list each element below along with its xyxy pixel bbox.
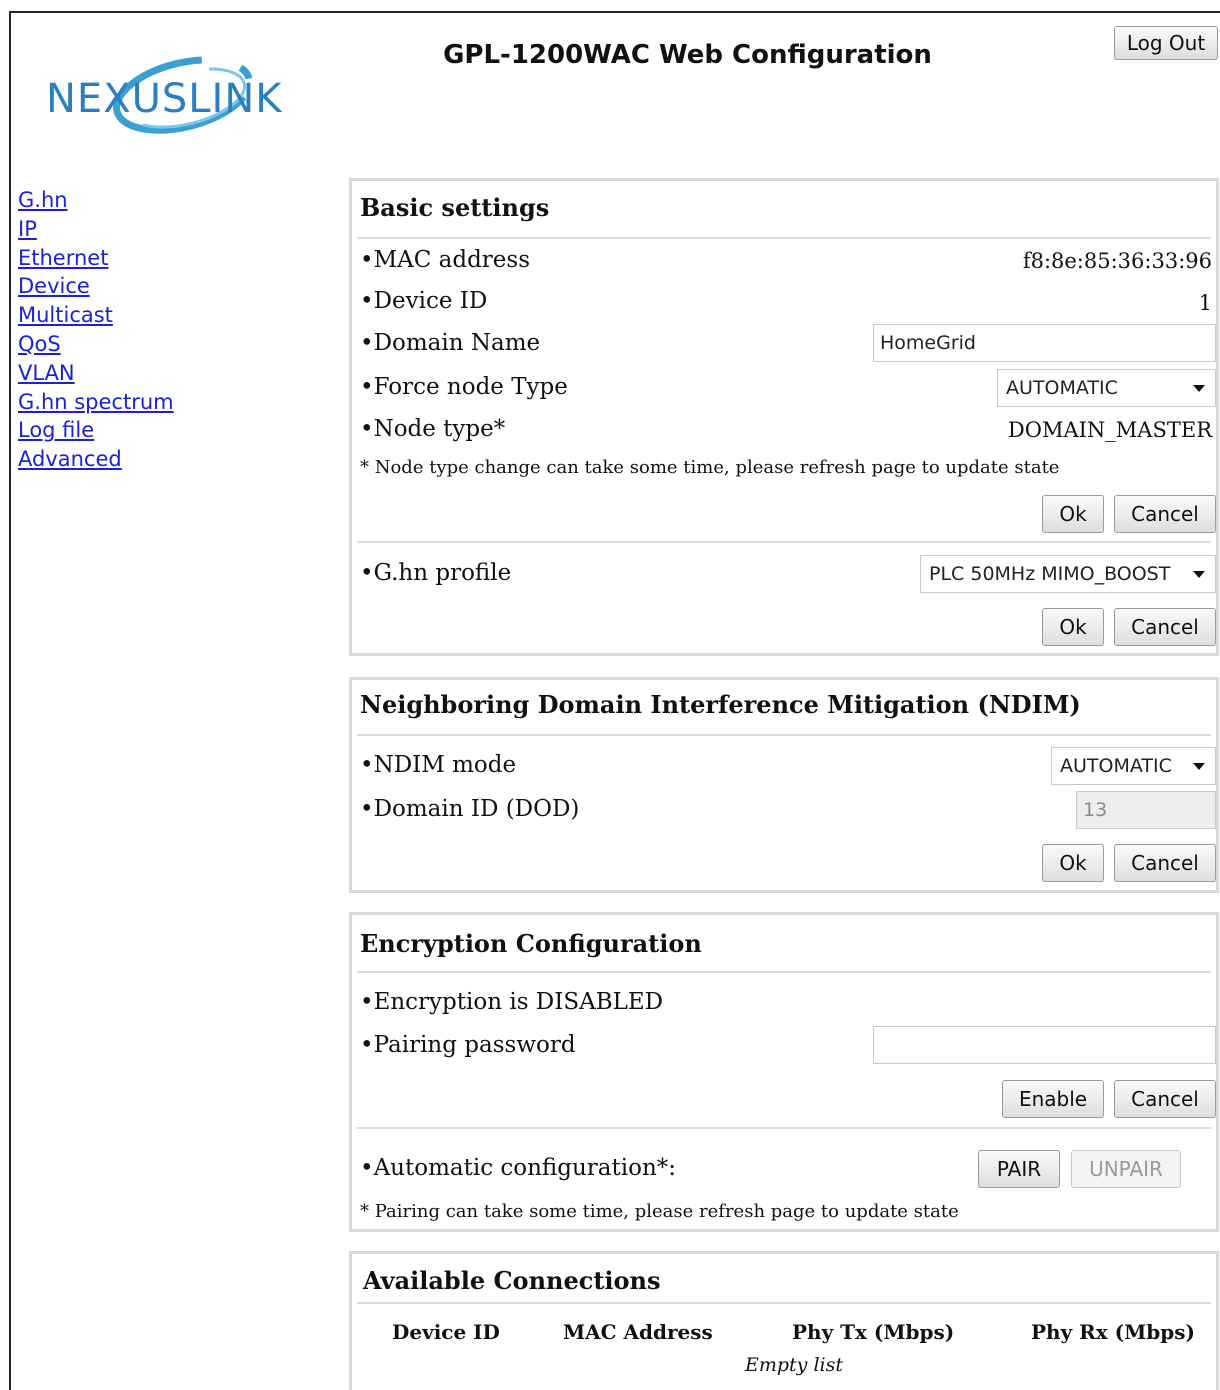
- column-header-phy-tx: Phy Tx (Mbps): [792, 1320, 955, 1344]
- node-type-value: DOMAIN_MASTER: [1007, 418, 1212, 442]
- nav-link-ethernet[interactable]: Ethernet: [18, 244, 174, 273]
- column-header-phy-rx: Phy Rx (Mbps): [1031, 1320, 1195, 1344]
- chevron-down-icon: [1193, 385, 1205, 392]
- chevron-down-icon: [1193, 763, 1205, 770]
- page-title: GPL-1200WAC Web Configuration: [443, 40, 932, 70]
- ghn-profile-label: •G.hn profile: [360, 560, 512, 586]
- encryption-status: •Encryption is DISABLED: [360, 989, 664, 1015]
- force-node-type-label: •Force node Type: [360, 374, 568, 400]
- force-node-type-value: AUTOMATIC: [1006, 377, 1118, 399]
- node-type-note: * Node type change can take some time, p…: [360, 457, 1060, 478]
- device-id-value: 1: [1198, 291, 1212, 315]
- connections-title: Available Connections: [363, 1266, 661, 1295]
- nav-link-multicast[interactable]: Multicast: [18, 301, 174, 330]
- profile-cancel-button[interactable]: Cancel: [1114, 608, 1216, 646]
- pairing-password-input[interactable]: [873, 1026, 1216, 1064]
- ndim-mode-value: AUTOMATIC: [1060, 755, 1172, 777]
- brand-name: NEXUSLINK: [46, 76, 283, 122]
- encryption-panel: Encryption Configuration •Encryption is …: [349, 912, 1219, 1232]
- ndim-title: Neighboring Domain Interference Mitigati…: [360, 690, 1081, 719]
- ndim-mode-select[interactable]: AUTOMATIC: [1051, 747, 1216, 785]
- auto-config-label: •Automatic configuration*:: [360, 1155, 677, 1181]
- pair-button[interactable]: PAIR: [978, 1150, 1060, 1188]
- nav-link-ghn-spectrum[interactable]: G.hn spectrum: [18, 388, 174, 417]
- node-type-label: •Node type*: [360, 416, 506, 442]
- nav-link-ghn[interactable]: G.hn: [18, 186, 174, 215]
- mac-address-label: •MAC address: [360, 247, 531, 273]
- encryption-cancel-button[interactable]: Cancel: [1114, 1080, 1216, 1118]
- basic-settings-panel: Basic settings •MAC address f8:8e:85:36:…: [349, 178, 1219, 656]
- ndim-mode-label: •NDIM mode: [360, 752, 517, 778]
- encryption-title: Encryption Configuration: [360, 929, 702, 958]
- divider: [357, 971, 1211, 973]
- profile-ok-button[interactable]: Ok: [1042, 608, 1104, 646]
- domain-name-label: •Domain Name: [360, 330, 541, 356]
- divider: [357, 734, 1211, 736]
- mac-address-value: f8:8e:85:36:33:96: [1022, 249, 1212, 273]
- force-node-type-select[interactable]: AUTOMATIC: [997, 369, 1216, 407]
- divider: [357, 1127, 1211, 1129]
- enable-encryption-button[interactable]: Enable: [1002, 1080, 1104, 1118]
- ghn-profile-value: PLC 50MHz MIMO_BOOST: [929, 563, 1171, 585]
- divider: [357, 237, 1211, 239]
- ndim-cancel-button[interactable]: Cancel: [1114, 844, 1216, 882]
- domain-id-input[interactable]: 13: [1076, 791, 1216, 829]
- empty-list-text: Empty list: [745, 1354, 843, 1376]
- unpair-button[interactable]: UNPAIR: [1071, 1150, 1181, 1188]
- nav-link-vlan[interactable]: VLAN: [18, 359, 174, 388]
- nav-link-advanced[interactable]: Advanced: [18, 445, 174, 474]
- nav-link-qos[interactable]: QoS: [18, 330, 174, 359]
- chevron-down-icon: [1193, 571, 1205, 578]
- divider: [357, 1302, 1211, 1304]
- domain-name-input[interactable]: HomeGrid: [873, 324, 1216, 362]
- ghn-profile-select[interactable]: PLC 50MHz MIMO_BOOST: [920, 555, 1216, 593]
- divider: [357, 541, 1211, 543]
- nav-link-log-file[interactable]: Log file: [18, 416, 174, 445]
- nav-link-device[interactable]: Device: [18, 272, 174, 301]
- basic-ok-button[interactable]: Ok: [1042, 495, 1104, 533]
- pairing-password-label: •Pairing password: [360, 1032, 576, 1058]
- basic-settings-title: Basic settings: [360, 193, 550, 222]
- logout-button[interactable]: Log Out: [1114, 26, 1218, 60]
- brand-logo: NEXUSLINK: [40, 40, 330, 155]
- column-header-mac-address: MAC Address: [563, 1320, 713, 1344]
- ndim-panel: Neighboring Domain Interference Mitigati…: [349, 677, 1219, 893]
- available-connections-panel: Available Connections Device ID MAC Addr…: [349, 1251, 1219, 1390]
- domain-id-label: •Domain ID (DOD): [360, 796, 580, 822]
- sidebar-nav: G.hn IP Ethernet Device Multicast QoS VL…: [18, 186, 174, 474]
- nav-link-ip[interactable]: IP: [18, 215, 174, 244]
- column-header-device-id: Device ID: [392, 1320, 500, 1344]
- pairing-note: * Pairing can take some time, please ref…: [360, 1201, 959, 1222]
- ndim-ok-button[interactable]: Ok: [1042, 844, 1104, 882]
- basic-cancel-button[interactable]: Cancel: [1114, 495, 1216, 533]
- device-id-label: •Device ID: [360, 288, 488, 314]
